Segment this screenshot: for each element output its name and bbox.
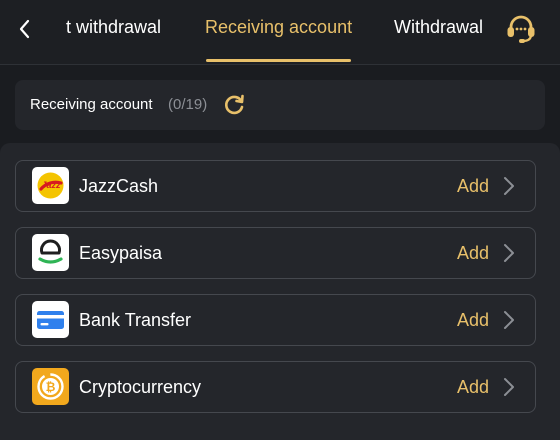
top-tab-bar: t withdrawal Receiving account Withdrawa…	[0, 0, 560, 65]
bank-card-icon	[32, 301, 69, 338]
chevron-right-icon	[504, 244, 514, 262]
account-option-jazzcash[interactable]: Jazz JazzCash Add	[15, 160, 536, 212]
add-account-button[interactable]: Add	[457, 243, 489, 264]
chevron-right-icon	[504, 177, 514, 195]
tab-withdrawal-history[interactable]: t withdrawal	[66, 17, 161, 38]
tab-receiving-account[interactable]: Receiving account	[205, 17, 352, 38]
add-account-button[interactable]: Add	[457, 377, 489, 398]
account-option-label: JazzCash	[79, 176, 159, 196]
customer-support-button[interactable]	[503, 11, 539, 47]
headset-icon	[507, 15, 535, 43]
chevron-right-icon	[504, 378, 514, 396]
receiving-account-summary: Receiving account (0/19)	[15, 80, 545, 130]
account-option-cryptocurrency[interactable]: ₿ Cryptocurrency Add	[15, 361, 536, 413]
summary-label: Receiving account	[30, 96, 153, 113]
account-option-easypaisa[interactable]: Easypaisa Add	[15, 227, 536, 279]
active-tab-indicator	[206, 59, 351, 62]
tab-withdrawal[interactable]: Withdrawal	[394, 17, 483, 38]
jazzcash-logo-icon: Jazz	[32, 167, 69, 204]
add-account-button[interactable]: Add	[457, 310, 489, 331]
easypaisa-logo-icon	[32, 234, 69, 271]
refresh-button[interactable]	[221, 92, 247, 118]
bitcoin-icon: ₿	[32, 368, 69, 405]
svg-text:Jazz: Jazz	[42, 180, 62, 190]
chevron-left-icon	[19, 19, 30, 39]
account-option-bank-transfer[interactable]: Bank Transfer Add	[15, 294, 536, 346]
back-button[interactable]	[10, 14, 40, 44]
refresh-icon	[224, 94, 244, 115]
add-account-button[interactable]: Add	[457, 176, 489, 197]
account-options-panel: Jazz JazzCash Add Easypaisa Add Bank Tra…	[0, 143, 560, 440]
account-option-label: Easypaisa	[79, 243, 163, 263]
account-option-label: Cryptocurrency	[79, 377, 202, 397]
app-root: t withdrawal Receiving account Withdrawa…	[0, 0, 560, 440]
account-count: (0/19)	[168, 96, 208, 113]
account-option-label: Bank Transfer	[79, 310, 192, 330]
svg-text:₿: ₿	[46, 380, 56, 394]
chevron-right-icon	[504, 311, 514, 329]
